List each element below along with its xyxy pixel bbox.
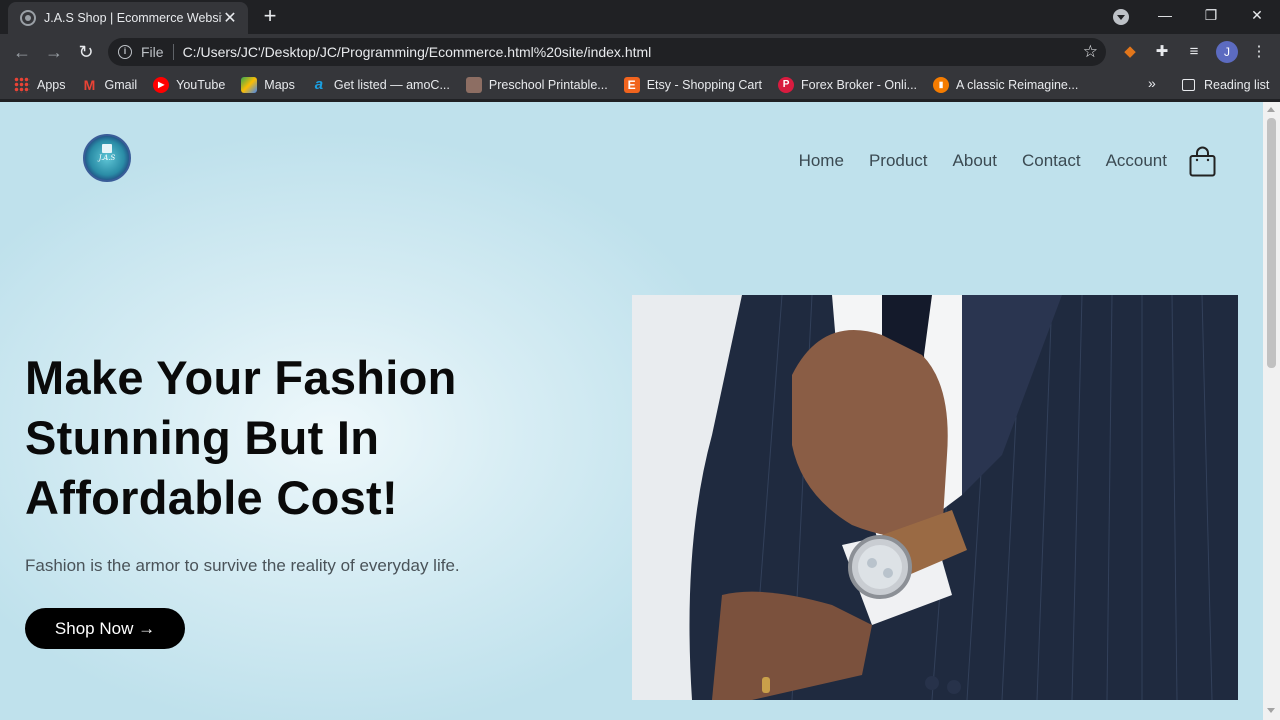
tab-search-icon[interactable]: [1113, 9, 1129, 25]
minimize-button[interactable]: —: [1150, 4, 1180, 26]
menu-kebab-icon[interactable]: ⋮: [1250, 43, 1268, 61]
bookmark-maps[interactable]: Maps: [241, 76, 295, 93]
apps-grid-icon: [14, 76, 30, 93]
address-divider: [172, 44, 174, 60]
bookmark-apps[interactable]: Apps: [14, 76, 66, 93]
reading-list-button[interactable]: Reading list: [1182, 70, 1269, 99]
hero-headline: Make Your Fashion Stunning But In Afford…: [25, 351, 457, 524]
gmail-icon: M: [83, 76, 96, 93]
maps-icon: [241, 76, 258, 93]
nav-product[interactable]: Product: [869, 151, 928, 171]
address-bar[interactable]: i File C:/Users/JC'/Desktop/JC/Programmi…: [108, 38, 1106, 66]
info-icon[interactable]: i: [118, 45, 132, 59]
bookmark-youtube[interactable]: ▶ YouTube: [153, 76, 226, 93]
reload-icon[interactable]: ↻: [75, 41, 97, 63]
bookmarks-bar: Apps M Gmail ▶ YouTube Maps a Get listed…: [0, 70, 1280, 99]
bookmark-label: YouTube: [176, 77, 226, 92]
nav-contact[interactable]: Contact: [1022, 151, 1081, 171]
bookmark-gmail[interactable]: M Gmail: [82, 77, 138, 93]
extensions-puzzle-icon[interactable]: ✚: [1153, 43, 1171, 61]
web-page: J.A.S Home Product About Contact Account…: [0, 102, 1263, 720]
bookmark-label: Get listed — amoC...: [333, 77, 450, 92]
main-nav: Home Product About Contact Account: [774, 151, 1167, 171]
nav-account[interactable]: Account: [1106, 151, 1167, 171]
hero-subtitle: Fashion is the armor to survive the real…: [25, 556, 460, 575]
profile-avatar[interactable]: J: [1216, 41, 1238, 63]
browser-tab[interactable]: J.A.S Shop | Ecommerce Website ✕: [8, 2, 248, 34]
bookmark-label: Preschool Printable...: [488, 77, 608, 92]
bookmark-label: Forex Broker - Onli...: [801, 77, 918, 92]
forex-icon: P: [778, 76, 795, 93]
scrollbar-thumb[interactable]: [1267, 118, 1276, 368]
bookmark-label: Etsy - Shopping Cart: [646, 77, 763, 92]
logo-text: J.A.S: [98, 154, 116, 162]
bookmark-label: A classic Reimagine...: [956, 77, 1079, 92]
scroll-down-arrow-icon[interactable]: [1267, 708, 1275, 713]
scheme-label: File: [141, 44, 164, 60]
bookmark-classic[interactable]: ▮ A classic Reimagine...: [933, 76, 1079, 93]
bookmark-amocrm[interactable]: a Get listed — amoC...: [311, 75, 450, 93]
shopping-bag-logo-icon: [102, 144, 112, 153]
preschool-icon: [465, 76, 482, 93]
shopping-bag-icon[interactable]: [1189, 146, 1216, 177]
reading-list-icon: [1182, 78, 1195, 91]
tab-strip: J.A.S Shop | Ecommerce Website ✕ + — ❐ ✕: [0, 0, 1280, 34]
amocrm-icon: a: [314, 75, 324, 93]
close-window-button[interactable]: ✕: [1242, 4, 1272, 26]
tab-close-icon[interactable]: ✕: [222, 8, 238, 28]
bookmark-etsy[interactable]: E Etsy - Shopping Cart: [623, 76, 763, 93]
bookmark-label: Apps: [37, 77, 66, 92]
shop-now-button[interactable]: Shop Now →: [25, 608, 185, 649]
url-text[interactable]: C:/Users/JC'/Desktop/JC/Programming/Ecom…: [183, 44, 652, 60]
nav-about[interactable]: About: [953, 151, 997, 171]
new-tab-button[interactable]: +: [259, 5, 281, 27]
back-arrow-icon[interactable]: ←: [11, 41, 33, 63]
bookmark-preschool[interactable]: Preschool Printable...: [465, 76, 608, 93]
youtube-icon: ▶: [153, 76, 170, 93]
nav-home[interactable]: Home: [799, 151, 844, 171]
restore-button[interactable]: ❐: [1196, 4, 1226, 26]
bookmark-label: Gmail: [104, 77, 138, 92]
bookmark-star-icon[interactable]: ☆: [1083, 42, 1098, 62]
bookmark-forex[interactable]: P Forex Broker - Onli...: [778, 76, 918, 93]
etsy-icon: E: [623, 76, 640, 93]
bookmarks-overflow-button[interactable]: »: [1148, 75, 1156, 91]
bookmark-label: Maps: [264, 77, 295, 92]
tab-title: J.A.S Shop | Ecommerce Website: [44, 11, 222, 25]
metamask-extension-icon[interactable]: ◆: [1121, 43, 1139, 61]
media-queue-icon[interactable]: ≡: [1185, 43, 1203, 61]
page-scrollbar[interactable]: [1263, 102, 1280, 720]
scroll-up-arrow-icon[interactable]: [1267, 107, 1275, 112]
browser-toolbar: ← → ↻ i File C:/Users/JC'/Desktop/JC/Pro…: [0, 34, 1280, 70]
forward-arrow-icon[interactable]: →: [43, 41, 65, 63]
reading-list-label: Reading list: [1204, 77, 1270, 92]
classic-icon: ▮: [933, 76, 950, 93]
globe-icon: [20, 10, 36, 26]
site-logo[interactable]: J.A.S: [83, 134, 131, 182]
hero-image: [632, 295, 1238, 700]
